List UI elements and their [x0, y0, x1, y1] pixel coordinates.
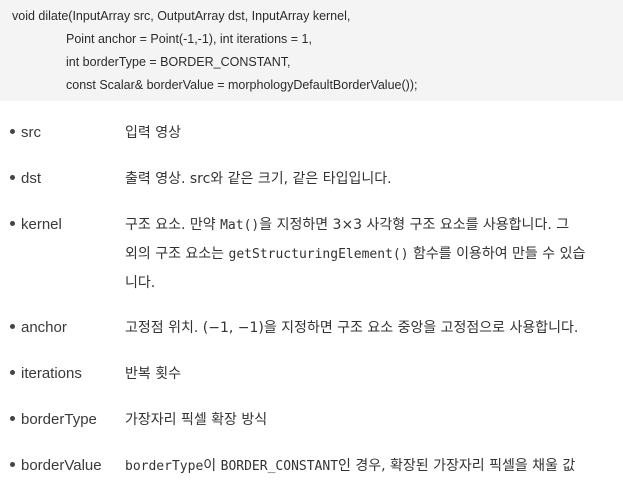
- code-line-2: Point anchor = Point(-1,-1), int iterati…: [66, 32, 312, 46]
- param-name-kernel: kernel: [10, 215, 62, 235]
- param-name-iterations: iterations: [10, 364, 82, 384]
- kernel-desc-line-2: 외의 구조 요소는 getStructuringElement() 함수를 이용…: [125, 246, 586, 262]
- inline-code: getStructuringElement(): [228, 247, 409, 262]
- param-desc-iterations: 반복 횟수: [125, 366, 181, 382]
- param-name-src: src: [10, 123, 41, 143]
- param-desc-kernel: 구조 요소. 만약 Mat()을 지정하면 3×3 사각형 구조 요소를 사용합…: [125, 211, 623, 297]
- kernel-desc-line-3: 니다.: [125, 275, 156, 291]
- param-name-bordertype: borderType: [10, 410, 97, 430]
- code-line-3: int borderType = BORDER_CONSTANT,: [66, 55, 291, 69]
- bullet-icon: [10, 174, 15, 180]
- param-name-anchor: anchor: [10, 318, 67, 338]
- bullet-icon: [10, 415, 15, 421]
- param-desc-src: 입력 영상: [125, 125, 181, 141]
- code-block: void dilate(InputArray src, OutputArray …: [0, 0, 623, 101]
- param-desc-anchor: 고정점 위치. (−1, −1)을 지정하면 구조 요소 중앙을 고정점으로 사…: [125, 320, 579, 336]
- bullet-icon: [10, 220, 15, 226]
- param-desc-bordervalue: borderType이 BORDER_CONSTANT인 경우, 확장된 가장자…: [125, 458, 576, 474]
- inline-code: BORDER_CONSTANT: [220, 459, 339, 474]
- param-desc-bordertype: 가장자리 픽셀 확장 방식: [125, 412, 268, 428]
- param-name-dst: dst: [10, 169, 41, 189]
- inline-code: Mat(): [220, 218, 260, 233]
- inline-code: borderType: [125, 459, 204, 474]
- param-desc-dst: 출력 영상. src와 같은 크기, 같은 타입입니다.: [125, 171, 392, 187]
- bullet-icon: [10, 461, 15, 467]
- bullet-icon: [10, 128, 15, 134]
- kernel-desc-line-1: 구조 요소. 만약 Mat()을 지정하면 3×3 사각형 구조 요소를 사용합…: [125, 217, 570, 233]
- param-name-bordervalue: borderValue: [10, 456, 102, 476]
- bullet-icon: [10, 369, 15, 375]
- bullet-icon: [10, 323, 15, 329]
- code-line-1: void dilate(InputArray src, OutputArray …: [12, 9, 351, 23]
- code-line-4: const Scalar& borderValue = morphologyDe…: [66, 78, 418, 92]
